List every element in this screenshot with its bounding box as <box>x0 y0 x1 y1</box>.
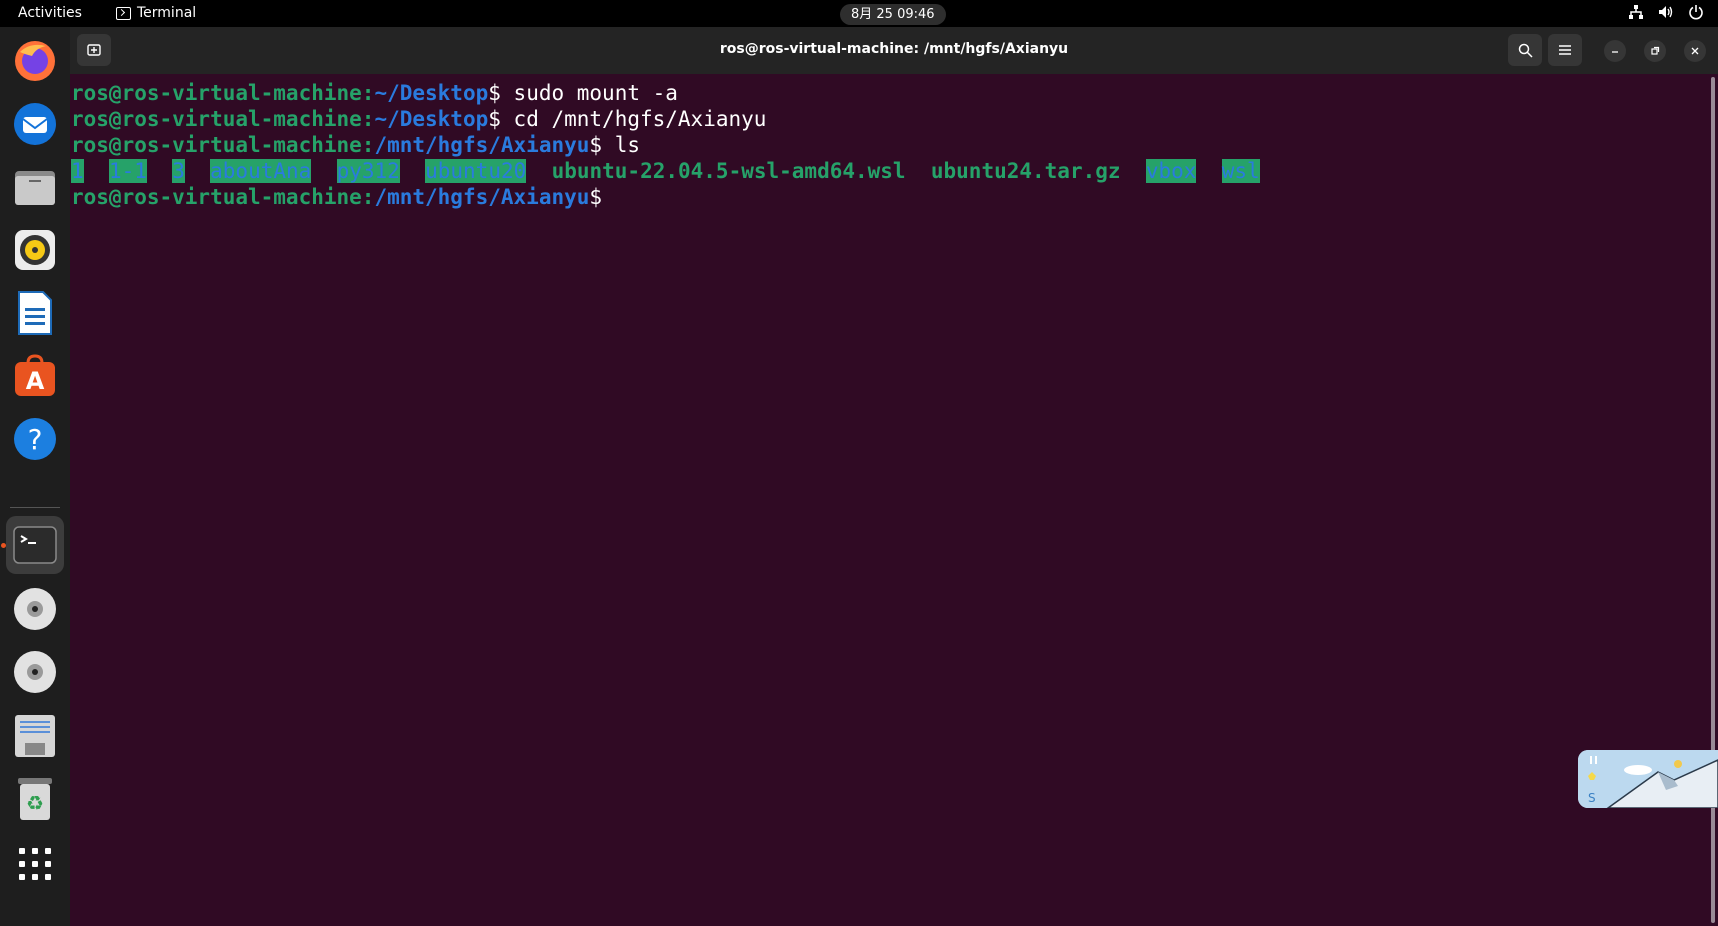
dvd-drive-icon[interactable] <box>6 580 64 638</box>
prompt-user: ros@ros-virtual-machine <box>71 185 362 209</box>
restore-icon <box>1651 46 1660 55</box>
prompt-user: ros@ros-virtual-machine <box>71 107 362 131</box>
svg-text:?: ? <box>28 423 43 456</box>
ls-file-entry: ubuntu24.tar.gz <box>930 159 1121 183</box>
dock-separator <box>10 507 60 508</box>
help-icon[interactable]: ? <box>6 410 64 468</box>
window-title: ros@ros-virtual-machine: /mnt/hgfs/Axian… <box>719 41 1069 57</box>
thunderbird-icon[interactable] <box>6 95 64 153</box>
command-text: cd /mnt/hgfs/Axianyu <box>513 107 767 131</box>
ls-file-entry: ubuntu-22.04.5-wsl-amd64.wsl <box>551 159 906 183</box>
maximize-button[interactable] <box>1644 40 1666 62</box>
floating-weather-widget[interactable]: S <box>1578 750 1718 808</box>
prompt-symbol: $ <box>488 81 514 105</box>
search-button[interactable] <box>1508 34 1542 66</box>
ls-dir-entry: vbox <box>1145 159 1197 183</box>
svg-text:♻: ♻ <box>26 791 44 815</box>
prompt-user: ros@ros-virtual-machine <box>71 81 362 105</box>
dock: A ? ♻ <box>0 27 70 926</box>
ls-dir-entry: wsl <box>1221 159 1260 183</box>
show-applications-icon[interactable] <box>6 835 64 893</box>
terminal-line: ros@ros-virtual-machine:~/Desktop$ cd /m… <box>71 106 1710 132</box>
minimize-button[interactable] <box>1604 40 1626 62</box>
clock[interactable]: 8月 25 09:46 <box>840 4 946 25</box>
app-menu[interactable]: Terminal <box>116 5 196 21</box>
dvd-drive-icon[interactable] <box>6 643 64 701</box>
ls-dir-entry: 1-1 <box>108 159 147 183</box>
close-button[interactable] <box>1684 40 1706 62</box>
files-icon[interactable] <box>6 158 64 216</box>
prompt-symbol: $ <box>488 107 514 131</box>
disk-image-icon[interactable] <box>6 707 64 765</box>
system-tray[interactable] <box>1628 4 1704 20</box>
prompt-user: ros@ros-virtual-machine <box>71 133 362 157</box>
activities-button[interactable]: Activities <box>18 5 82 21</box>
rhythmbox-icon[interactable] <box>6 221 64 279</box>
terminal-line: ros@ros-virtual-machine:/mnt/hgfs/Axiany… <box>71 132 1710 158</box>
network-icon <box>1629 5 1643 19</box>
ls-dir-entry: py312 <box>336 159 400 183</box>
terminal-dock-icon[interactable] <box>6 516 64 574</box>
prompt-path: /mnt/hgfs/Axianyu <box>374 185 590 209</box>
ls-dir-entry: 1 <box>71 159 84 183</box>
ls-dir-entry: aboutAna <box>210 159 312 183</box>
writer-icon[interactable] <box>6 284 64 342</box>
power-icon <box>1689 5 1703 20</box>
top-bar: Activities Terminal 8月 25 09:46 <box>0 0 1718 27</box>
volume-icon <box>1659 6 1673 18</box>
software-center-icon[interactable]: A <box>6 347 64 405</box>
minimize-icon <box>1612 51 1618 53</box>
ls-dir-entry: 3 <box>172 159 185 183</box>
prompt-separator: : <box>361 185 375 209</box>
hamburger-menu-icon <box>1559 45 1571 55</box>
ls-dir-entry: ubuntu20 <box>425 159 527 183</box>
mountain-landscape-icon: S <box>1578 750 1718 808</box>
trash-icon[interactable]: ♻ <box>6 770 64 828</box>
ls-output-line: 1 1-1 3 aboutAna py312 ubuntu20 ubuntu-2… <box>71 158 1710 184</box>
window-titlebar[interactable]: ros@ros-virtual-machine: /mnt/hgfs/Axian… <box>70 27 1718 74</box>
svg-text:S: S <box>1588 791 1596 805</box>
prompt-path: ~/Desktop <box>374 107 489 131</box>
command-text: sudo mount -a <box>513 81 678 105</box>
menu-button[interactable] <box>1548 34 1582 66</box>
app-menu-label: Terminal <box>137 5 197 21</box>
svg-text:A: A <box>26 367 45 395</box>
terminal-icon <box>116 6 131 20</box>
terminal-line: ros@ros-virtual-machine:/mnt/hgfs/Axiany… <box>71 184 1710 210</box>
prompt-separator: : <box>361 133 375 157</box>
close-icon <box>1691 47 1699 55</box>
terminal-line: ros@ros-virtual-machine:~/Desktop$ sudo … <box>71 80 1710 106</box>
prompt-symbol: $ <box>589 185 603 209</box>
prompt-separator: : <box>361 107 375 131</box>
firefox-icon[interactable] <box>6 32 64 90</box>
terminal-window: ros@ros-virtual-machine: /mnt/hgfs/Axian… <box>70 27 1718 926</box>
prompt-symbol: $ <box>589 133 615 157</box>
terminal-output[interactable]: ros@ros-virtual-machine:~/Desktop$ sudo … <box>70 74 1710 926</box>
prompt-path: /mnt/hgfs/Axianyu <box>374 133 590 157</box>
prompt-path: ~/Desktop <box>374 81 489 105</box>
search-icon <box>1518 43 1533 58</box>
prompt-separator: : <box>361 81 375 105</box>
command-text: ls <box>614 133 640 157</box>
